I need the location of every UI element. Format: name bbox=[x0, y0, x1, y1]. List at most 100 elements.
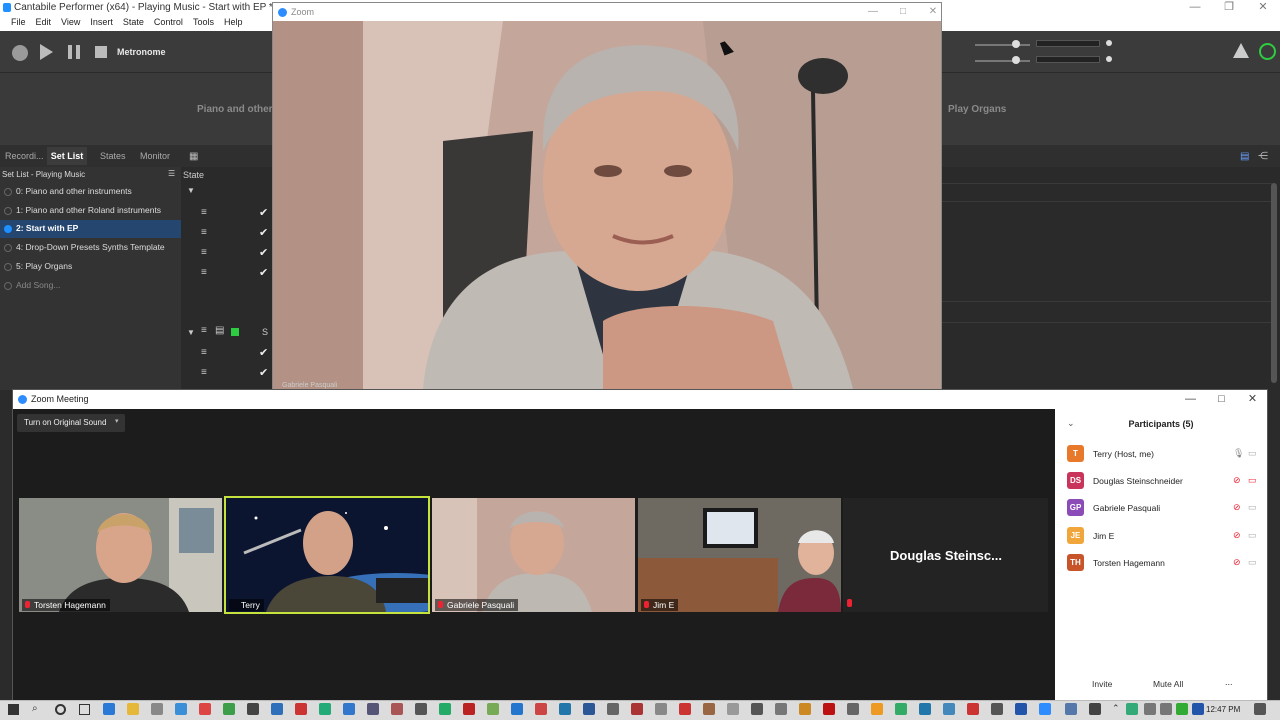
setlist-song[interactable]: 1: Piano and other Roland instruments bbox=[0, 202, 181, 220]
tab-recordings[interactable]: Recordi... bbox=[5, 151, 44, 161]
chevron-up-icon[interactable]: ⌃ bbox=[1112, 703, 1120, 714]
video-icon[interactable]: ▭ bbox=[1248, 530, 1257, 541]
tray-icon[interactable] bbox=[1126, 703, 1138, 715]
setlist-song[interactable]: 4: Drop-Down Presets Synths Template bbox=[0, 239, 181, 257]
routing-icon[interactable]: ⋲ bbox=[1258, 151, 1268, 162]
taskbar-app-icon[interactable] bbox=[967, 703, 979, 715]
menu-file[interactable]: File bbox=[6, 16, 31, 31]
participant-row[interactable]: TH Torsten Hagemann ⊘ ▭ bbox=[1067, 554, 1263, 572]
tray-icon[interactable] bbox=[1089, 703, 1101, 715]
volume-icon[interactable] bbox=[1160, 703, 1172, 715]
taskbar-app-icon[interactable] bbox=[895, 703, 907, 715]
taskbar-app-icon[interactable] bbox=[871, 703, 883, 715]
close-button[interactable]: ✕ bbox=[918, 3, 948, 21]
volume-slider-2[interactable] bbox=[975, 60, 1030, 62]
video-icon[interactable]: ▭ bbox=[1248, 557, 1257, 568]
check-icon[interactable]: ✔ bbox=[259, 246, 268, 259]
network-icon[interactable] bbox=[1144, 703, 1156, 715]
menu-edit[interactable]: Edit bbox=[31, 16, 57, 31]
scrollbar[interactable] bbox=[1271, 183, 1277, 383]
chrome-icon[interactable] bbox=[223, 703, 235, 715]
taskbar-app-icon[interactable] bbox=[151, 703, 163, 715]
drag-handle-icon[interactable]: ≡ bbox=[201, 227, 207, 238]
edge-icon[interactable] bbox=[103, 703, 115, 715]
taskbar-app-icon[interactable] bbox=[535, 703, 547, 715]
record-button[interactable] bbox=[12, 45, 28, 61]
setlist-song[interactable]: 5: Play Organs bbox=[0, 258, 181, 276]
invite-button[interactable]: Invite bbox=[1092, 679, 1112, 689]
drag-handle-icon[interactable]: ≡ bbox=[201, 267, 207, 278]
minimize-button[interactable]: — bbox=[1178, 0, 1212, 16]
video-tile-torsten[interactable]: Torsten Hagemann bbox=[19, 498, 222, 612]
acrobat-icon[interactable] bbox=[823, 703, 835, 715]
taskbar-app-icon[interactable] bbox=[559, 703, 571, 715]
collapse-arrow-icon[interactable]: ▼ bbox=[187, 328, 195, 337]
restore-button[interactable]: ❐ bbox=[1212, 0, 1246, 16]
minimize-button[interactable]: — bbox=[1175, 390, 1206, 408]
drag-handle-icon[interactable]: ≡ bbox=[201, 247, 207, 258]
taskbar-app-icon[interactable] bbox=[295, 703, 307, 715]
check-icon[interactable]: ✔ bbox=[259, 266, 268, 279]
play-button[interactable] bbox=[40, 44, 53, 60]
menu-control[interactable]: Control bbox=[149, 16, 188, 31]
search-icon[interactable]: ⌕ bbox=[32, 703, 38, 714]
taskbar-app-icon[interactable] bbox=[607, 703, 619, 715]
video-tile-terry[interactable]: Terry bbox=[224, 496, 430, 614]
taskbar-app-icon[interactable] bbox=[943, 703, 955, 715]
active-led-icon[interactable] bbox=[231, 328, 239, 336]
state-row[interactable]: ≡ ✔ bbox=[181, 224, 273, 244]
check-icon[interactable]: ✔ bbox=[259, 206, 268, 219]
state-row[interactable]: ≡ ✔ bbox=[181, 364, 273, 384]
filezilla-icon[interactable] bbox=[463, 703, 475, 715]
check-icon[interactable]: ✔ bbox=[259, 366, 268, 379]
setlist-song-active[interactable]: 2: Start with EP bbox=[0, 220, 181, 238]
taskbar-app-icon[interactable] bbox=[367, 703, 379, 715]
metronome-label[interactable]: Metronome bbox=[117, 47, 166, 57]
menu-help[interactable]: Help bbox=[219, 16, 248, 31]
cortana-icon[interactable] bbox=[55, 704, 66, 715]
volume-slider-1[interactable] bbox=[975, 44, 1030, 46]
taskbar-app-icon[interactable] bbox=[919, 703, 931, 715]
dropbox-icon[interactable] bbox=[1192, 703, 1204, 715]
pause-button[interactable] bbox=[68, 45, 80, 59]
taskbar-app-icon[interactable] bbox=[799, 703, 811, 715]
more-button[interactable]: ... bbox=[1225, 677, 1233, 687]
taskbar-app-icon[interactable] bbox=[727, 703, 739, 715]
volume-knob-2[interactable] bbox=[1012, 56, 1020, 64]
stop-button[interactable] bbox=[95, 46, 107, 58]
taskbar-app-icon[interactable] bbox=[319, 703, 331, 715]
volume-knob-1[interactable] bbox=[1012, 40, 1020, 48]
grid-view-icon[interactable]: ▦ bbox=[189, 151, 198, 162]
state-row[interactable]: ≡ ✔ bbox=[181, 204, 273, 224]
minimize-button[interactable]: — bbox=[858, 3, 888, 21]
maximize-button[interactable]: □ bbox=[888, 3, 918, 21]
add-song-button[interactable]: Add Song... bbox=[0, 277, 181, 295]
participant-row[interactable]: DS Douglas Steinschneider ⊘ ▭ bbox=[1067, 472, 1263, 490]
close-button[interactable]: ✕ bbox=[1246, 0, 1280, 16]
participant-row[interactable]: JE Jim E ⊘ ▭ bbox=[1067, 527, 1263, 545]
tray-icon[interactable] bbox=[1065, 703, 1077, 715]
check-icon[interactable]: ✔ bbox=[259, 226, 268, 239]
chevron-down-icon[interactable]: ▾ bbox=[115, 417, 119, 425]
menu-view[interactable]: View bbox=[56, 16, 85, 31]
taskbar-app-icon[interactable] bbox=[655, 703, 667, 715]
participant-row[interactable]: GP Gabriele Pasquali ⊘ ▭ bbox=[1067, 499, 1263, 517]
taskbar-app-icon[interactable] bbox=[247, 703, 259, 715]
taskbar-app-icon[interactable] bbox=[1015, 703, 1027, 715]
taskbar-app-icon[interactable] bbox=[415, 703, 427, 715]
taskbar-app-icon[interactable] bbox=[439, 703, 451, 715]
taskbar-app-icon[interactable] bbox=[847, 703, 859, 715]
menu-state[interactable]: State bbox=[118, 16, 149, 31]
windows-start-icon[interactable] bbox=[8, 704, 19, 715]
drag-handle-icon[interactable]: ≡ bbox=[201, 207, 207, 218]
video-off-icon[interactable]: ▭ bbox=[1248, 475, 1257, 486]
menu-icon[interactable]: ☰ bbox=[168, 169, 175, 178]
file-explorer-icon[interactable] bbox=[127, 703, 139, 715]
notifications-icon[interactable] bbox=[1254, 703, 1266, 715]
settings-icon[interactable] bbox=[751, 703, 763, 715]
taskbar-app-icon[interactable] bbox=[271, 703, 283, 715]
taskbar-app-icon[interactable] bbox=[703, 703, 715, 715]
taskbar-app-icon[interactable] bbox=[775, 703, 787, 715]
close-button[interactable]: ✕ bbox=[1237, 390, 1268, 408]
state-row[interactable]: ≡ ✔ bbox=[181, 244, 273, 264]
